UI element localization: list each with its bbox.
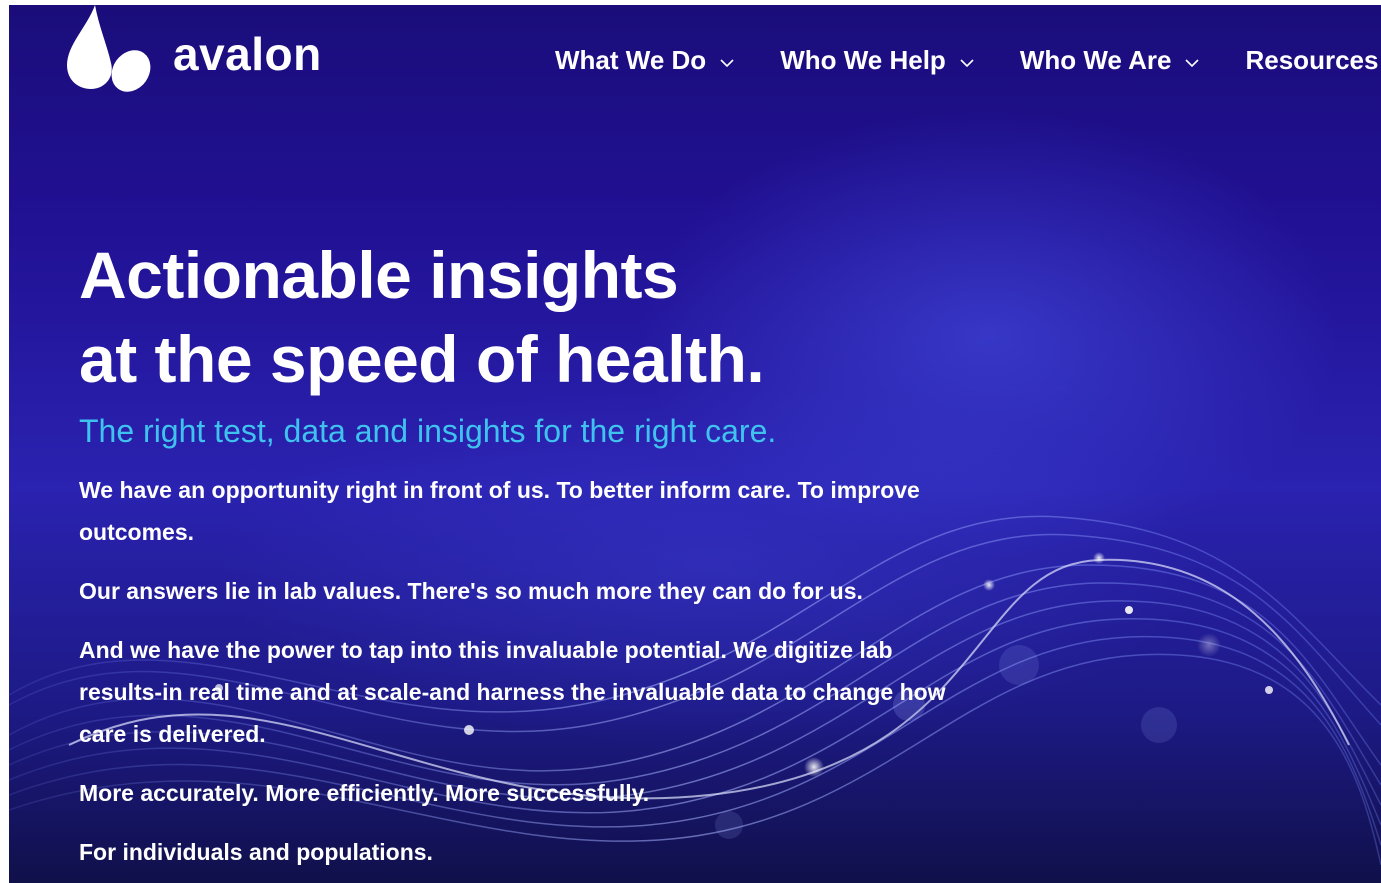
hero-paragraph: More accurately. More efficiently. More … <box>79 780 650 806</box>
chevron-down-icon <box>1185 58 1200 67</box>
avalon-logo[interactable]: avalon <box>65 5 322 93</box>
top-navigation: avalon What We Do Who We Help Who We Are… <box>9 5 1381 115</box>
nav-item-resources[interactable]: Resources <box>1245 45 1378 76</box>
hero-headline: Actionable insights at the speed of heal… <box>79 233 1079 401</box>
nav-item-label: Who We Are <box>1019 45 1172 75</box>
nav-item-what-we-do[interactable]: What We Do <box>555 45 734 76</box>
avalon-droplet-logo-icon <box>67 5 151 92</box>
hero-paragraph: For individuals and populations. <box>79 839 433 865</box>
nav-item-label: Resources <box>1245 45 1379 75</box>
chevron-down-icon <box>720 58 734 67</box>
headline-line-1: Actionable insights <box>79 238 679 312</box>
nav-item-label: What We Do <box>555 45 707 75</box>
headline-line-2: at the speed of health. <box>79 322 765 396</box>
hero-paragraph: We have an opportunity right in front of… <box>79 477 920 545</box>
nav-item-who-we-help[interactable]: Who We Help <box>780 45 974 76</box>
nav-item-who-we-are[interactable]: Who We Are <box>1020 45 1200 76</box>
hero-paragraph: Our answers lie in lab values. There's s… <box>79 578 863 604</box>
main-menu: What We Do Who We Help Who We Are Resour… <box>555 45 1378 76</box>
logo-wordmark: avalon <box>173 28 322 80</box>
nav-item-label: Who We Help <box>780 45 946 75</box>
hero-section: avalon What We Do Who We Help Who We Are… <box>9 5 1381 883</box>
hero-content: Actionable insights at the speed of heal… <box>79 233 1079 883</box>
chevron-down-icon <box>960 58 974 67</box>
hero-subheading: The right test, data and insights for th… <box>79 413 777 449</box>
hero-paragraph: And we have the power to tap into this i… <box>79 637 946 747</box>
hero-body: We have an opportunity right in front of… <box>79 469 949 873</box>
